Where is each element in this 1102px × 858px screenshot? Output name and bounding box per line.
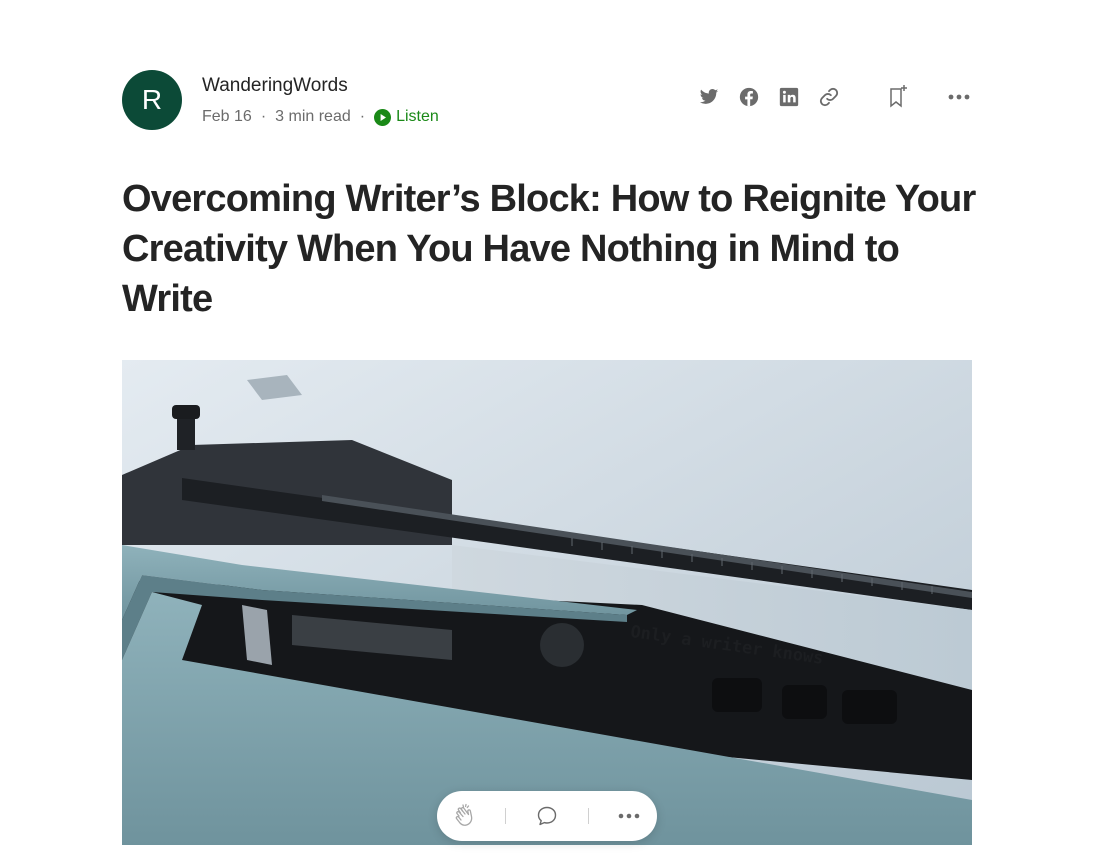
- link-icon[interactable]: [816, 84, 842, 110]
- article-title: Overcoming Writer’s Block: How to Reigni…: [122, 178, 976, 320]
- floating-action-bar: [437, 791, 657, 841]
- article-page: R WanderingWords Feb 16 · 3 min read · L…: [0, 0, 1102, 858]
- read-time: 3 min read: [275, 108, 351, 125]
- avatar[interactable]: R: [122, 70, 182, 130]
- more-icon[interactable]: [614, 801, 644, 831]
- author-row: R WanderingWords Feb 16 · 3 min read · L…: [122, 70, 972, 130]
- listen-label: Listen: [396, 108, 439, 125]
- divider: [587, 808, 589, 824]
- article-meta: Feb 16 · 3 min read · Listen: [202, 108, 439, 126]
- listen-button[interactable]: Listen: [374, 108, 439, 126]
- divider: [505, 808, 507, 824]
- facebook-icon[interactable]: [736, 84, 762, 110]
- clap-icon[interactable]: [450, 801, 480, 831]
- meta-separator: ·: [260, 108, 267, 125]
- comment-icon[interactable]: [532, 801, 562, 831]
- publish-date: Feb 16: [202, 108, 252, 125]
- more-icon[interactable]: [946, 84, 972, 110]
- share-toolbar: [682, 84, 972, 110]
- linkedin-icon[interactable]: [776, 84, 802, 110]
- author-name[interactable]: WanderingWords: [202, 75, 348, 97]
- meta-separator: ·: [359, 108, 366, 125]
- play-icon: [374, 108, 392, 126]
- hero-image: Only a writer knows: [122, 360, 972, 845]
- bookmark-add-icon[interactable]: [886, 84, 912, 110]
- twitter-icon[interactable]: [696, 84, 722, 110]
